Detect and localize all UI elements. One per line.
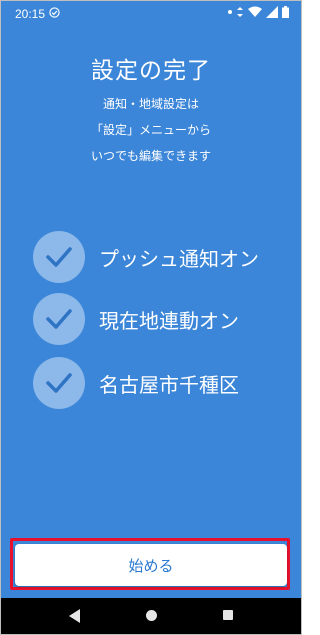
description-line-2: 「設定」メニューから (90, 123, 211, 137)
description-line-1: 通知・地域設定は (102, 97, 199, 111)
signal-icon (266, 6, 278, 18)
battery-icon (282, 6, 289, 18)
navigation-bar (1, 598, 301, 634)
check-icon (46, 309, 72, 329)
dot-icon (228, 10, 232, 14)
checklist-item-push: プッシュ通知オン (33, 231, 293, 283)
data-arrows-icon (237, 7, 243, 17)
checklist-item-location: 現在地連動オン (33, 293, 293, 345)
check-circle (33, 357, 85, 409)
check-circle (33, 231, 85, 283)
check-circle (33, 293, 85, 345)
checklist-item-label: プッシュ通知オン (99, 247, 259, 271)
app-screen: 20:15 設定の完了 通知・地域設定は 「設定」メニューから いつでも編集でき… (0, 0, 302, 635)
recents-icon[interactable] (223, 610, 233, 620)
shield-check-icon (49, 7, 60, 18)
home-icon[interactable] (146, 610, 157, 621)
check-icon (46, 373, 72, 393)
check-icon (46, 247, 72, 267)
status-time: 20:15 (15, 7, 46, 21)
back-icon[interactable] (69, 609, 81, 623)
status-bar: 20:15 (1, 1, 301, 27)
wifi-icon (248, 6, 262, 17)
status-icons (228, 6, 289, 18)
start-button[interactable]: 始める (15, 544, 287, 586)
checklist-item-area: 名古屋市千種区 (33, 357, 293, 409)
page-title: 設定の完了 (91, 58, 211, 84)
checklist-item-label: 名古屋市千種区 (99, 373, 239, 397)
description-line-3: いつでも編集できます (90, 149, 211, 163)
checklist-item-label: 現在地連動オン (99, 309, 239, 333)
